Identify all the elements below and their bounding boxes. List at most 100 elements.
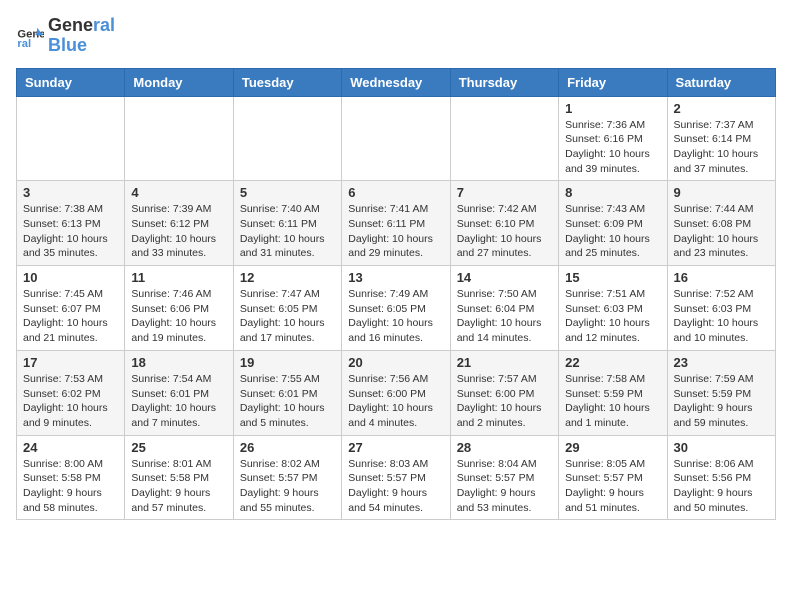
col-header-thursday: Thursday	[450, 68, 558, 96]
day-cell	[17, 96, 125, 181]
day-info: Sunrise: 7:53 AM Sunset: 6:02 PM Dayligh…	[23, 372, 118, 431]
day-info: Sunrise: 7:46 AM Sunset: 6:06 PM Dayligh…	[131, 287, 226, 346]
day-info: Sunrise: 7:41 AM Sunset: 6:11 PM Dayligh…	[348, 202, 443, 261]
day-number: 17	[23, 355, 118, 370]
day-info: Sunrise: 7:56 AM Sunset: 6:00 PM Dayligh…	[348, 372, 443, 431]
day-cell: 7 Sunrise: 7:42 AM Sunset: 6:10 PM Daylig…	[450, 181, 558, 266]
day-number: 21	[457, 355, 552, 370]
day-cell: 9 Sunrise: 7:44 AM Sunset: 6:08 PM Daylig…	[667, 181, 775, 266]
day-info: Sunrise: 7:45 AM Sunset: 6:07 PM Dayligh…	[23, 287, 118, 346]
col-header-sunday: Sunday	[17, 68, 125, 96]
day-cell: 6 Sunrise: 7:41 AM Sunset: 6:11 PM Daylig…	[342, 181, 450, 266]
day-number: 1	[565, 101, 660, 116]
day-cell	[342, 96, 450, 181]
day-info: Sunrise: 7:40 AM Sunset: 6:11 PM Dayligh…	[240, 202, 335, 261]
logo-icon: Gene ral	[16, 22, 44, 50]
page-header: Gene ral General Blue	[16, 16, 776, 56]
day-cell: 16 Sunrise: 7:52 AM Sunset: 6:03 PM Dayli…	[667, 266, 775, 351]
day-info: Sunrise: 8:04 AM Sunset: 5:57 PM Dayligh…	[457, 457, 552, 516]
day-info: Sunrise: 8:00 AM Sunset: 5:58 PM Dayligh…	[23, 457, 118, 516]
day-number: 19	[240, 355, 335, 370]
day-number: 6	[348, 185, 443, 200]
day-cell: 5 Sunrise: 7:40 AM Sunset: 6:11 PM Daylig…	[233, 181, 341, 266]
day-cell: 18Sunrise: 7:54 AM Sunset: 6:01 PM Dayli…	[125, 350, 233, 435]
day-number: 9	[674, 185, 769, 200]
day-info: Sunrise: 7:57 AM Sunset: 6:00 PM Dayligh…	[457, 372, 552, 431]
day-number: 10	[23, 270, 118, 285]
day-number: 2	[674, 101, 769, 116]
day-cell: 19 Sunrise: 7:55 AM Sunset: 6:01 PM Dayli…	[233, 350, 341, 435]
day-cell: 3 Sunrise: 7:38 AM Sunset: 6:13 PM Daylig…	[17, 181, 125, 266]
logo: Gene ral General Blue	[16, 16, 115, 56]
day-cell: 22 Sunrise: 7:58 AM Sunset: 5:59 PM Dayli…	[559, 350, 667, 435]
day-number: 28	[457, 440, 552, 455]
day-cell: 29Sunrise: 8:05 AM Sunset: 5:57 PM Dayli…	[559, 435, 667, 520]
day-cell	[450, 96, 558, 181]
day-cell: 8 Sunrise: 7:43 AM Sunset: 6:09 PM Daylig…	[559, 181, 667, 266]
day-number: 18	[131, 355, 226, 370]
day-cell: 11 Sunrise: 7:46 AM Sunset: 6:06 PM Dayli…	[125, 266, 233, 351]
day-number: 26	[240, 440, 335, 455]
day-cell: 30Sunrise: 8:06 AM Sunset: 5:56 PM Dayli…	[667, 435, 775, 520]
col-header-friday: Friday	[559, 68, 667, 96]
day-cell: 12Sunrise: 7:47 AM Sunset: 6:05 PM Dayli…	[233, 266, 341, 351]
col-header-saturday: Saturday	[667, 68, 775, 96]
col-header-monday: Monday	[125, 68, 233, 96]
day-number: 7	[457, 185, 552, 200]
day-number: 23	[674, 355, 769, 370]
day-cell: 24 Sunrise: 8:00 AM Sunset: 5:58 PM Dayli…	[17, 435, 125, 520]
week-row-2: 3 Sunrise: 7:38 AM Sunset: 6:13 PM Daylig…	[17, 181, 776, 266]
day-number: 3	[23, 185, 118, 200]
day-cell: 21 Sunrise: 7:57 AM Sunset: 6:00 PM Dayli…	[450, 350, 558, 435]
day-info: Sunrise: 7:39 AM Sunset: 6:12 PM Dayligh…	[131, 202, 226, 261]
day-info: Sunrise: 7:47 AM Sunset: 6:05 PM Dayligh…	[240, 287, 335, 346]
day-number: 15	[565, 270, 660, 285]
day-cell: 15 Sunrise: 7:51 AM Sunset: 6:03 PM Dayli…	[559, 266, 667, 351]
day-info: Sunrise: 7:38 AM Sunset: 6:13 PM Dayligh…	[23, 202, 118, 261]
col-header-wednesday: Wednesday	[342, 68, 450, 96]
day-cell: 4 Sunrise: 7:39 AM Sunset: 6:12 PM Daylig…	[125, 181, 233, 266]
day-number: 8	[565, 185, 660, 200]
day-number: 24	[23, 440, 118, 455]
logo-text: General Blue	[48, 16, 115, 56]
week-row-3: 10 Sunrise: 7:45 AM Sunset: 6:07 PM Dayli…	[17, 266, 776, 351]
day-number: 16	[674, 270, 769, 285]
day-cell: 14 Sunrise: 7:50 AM Sunset: 6:04 PM Dayli…	[450, 266, 558, 351]
day-info: Sunrise: 8:06 AM Sunset: 5:56 PM Dayligh…	[674, 457, 769, 516]
day-cell: 26 Sunrise: 8:02 AM Sunset: 5:57 PM Dayli…	[233, 435, 341, 520]
day-cell: 23Sunrise: 7:59 AM Sunset: 5:59 PM Dayli…	[667, 350, 775, 435]
day-info: Sunrise: 8:05 AM Sunset: 5:57 PM Dayligh…	[565, 457, 660, 516]
day-cell: 28 Sunrise: 8:04 AM Sunset: 5:57 PM Dayli…	[450, 435, 558, 520]
day-info: Sunrise: 7:50 AM Sunset: 6:04 PM Dayligh…	[457, 287, 552, 346]
day-cell: 13 Sunrise: 7:49 AM Sunset: 6:05 PM Dayli…	[342, 266, 450, 351]
day-number: 13	[348, 270, 443, 285]
day-number: 14	[457, 270, 552, 285]
day-info: Sunrise: 7:51 AM Sunset: 6:03 PM Dayligh…	[565, 287, 660, 346]
day-cell: 20 Sunrise: 7:56 AM Sunset: 6:00 PM Dayli…	[342, 350, 450, 435]
week-row-4: 17 Sunrise: 7:53 AM Sunset: 6:02 PM Dayli…	[17, 350, 776, 435]
day-info: Sunrise: 7:44 AM Sunset: 6:08 PM Dayligh…	[674, 202, 769, 261]
day-info: Sunrise: 8:03 AM Sunset: 5:57 PM Dayligh…	[348, 457, 443, 516]
calendar-table: SundayMondayTuesdayWednesdayThursdayFrid…	[16, 68, 776, 521]
day-cell: 10 Sunrise: 7:45 AM Sunset: 6:07 PM Dayli…	[17, 266, 125, 351]
day-cell	[125, 96, 233, 181]
day-info: Sunrise: 7:55 AM Sunset: 6:01 PM Dayligh…	[240, 372, 335, 431]
day-number: 20	[348, 355, 443, 370]
day-info: Sunrise: 8:02 AM Sunset: 5:57 PM Dayligh…	[240, 457, 335, 516]
day-info: Sunrise: 7:43 AM Sunset: 6:09 PM Dayligh…	[565, 202, 660, 261]
day-info: Sunrise: 7:52 AM Sunset: 6:03 PM Dayligh…	[674, 287, 769, 346]
day-cell: 27Sunrise: 8:03 AM Sunset: 5:57 PM Dayli…	[342, 435, 450, 520]
day-cell: 2Sunrise: 7:37 AM Sunset: 6:14 PM Daylig…	[667, 96, 775, 181]
day-info: Sunrise: 7:49 AM Sunset: 6:05 PM Dayligh…	[348, 287, 443, 346]
day-info: Sunrise: 8:01 AM Sunset: 5:58 PM Dayligh…	[131, 457, 226, 516]
week-row-1: 1Sunrise: 7:36 AM Sunset: 6:16 PM Daylig…	[17, 96, 776, 181]
day-cell: 25Sunrise: 8:01 AM Sunset: 5:58 PM Dayli…	[125, 435, 233, 520]
day-number: 5	[240, 185, 335, 200]
day-info: Sunrise: 7:58 AM Sunset: 5:59 PM Dayligh…	[565, 372, 660, 431]
day-number: 4	[131, 185, 226, 200]
svg-text:ral: ral	[17, 38, 31, 50]
week-row-5: 24 Sunrise: 8:00 AM Sunset: 5:58 PM Dayli…	[17, 435, 776, 520]
day-number: 11	[131, 270, 226, 285]
day-number: 22	[565, 355, 660, 370]
day-info: Sunrise: 7:42 AM Sunset: 6:10 PM Dayligh…	[457, 202, 552, 261]
